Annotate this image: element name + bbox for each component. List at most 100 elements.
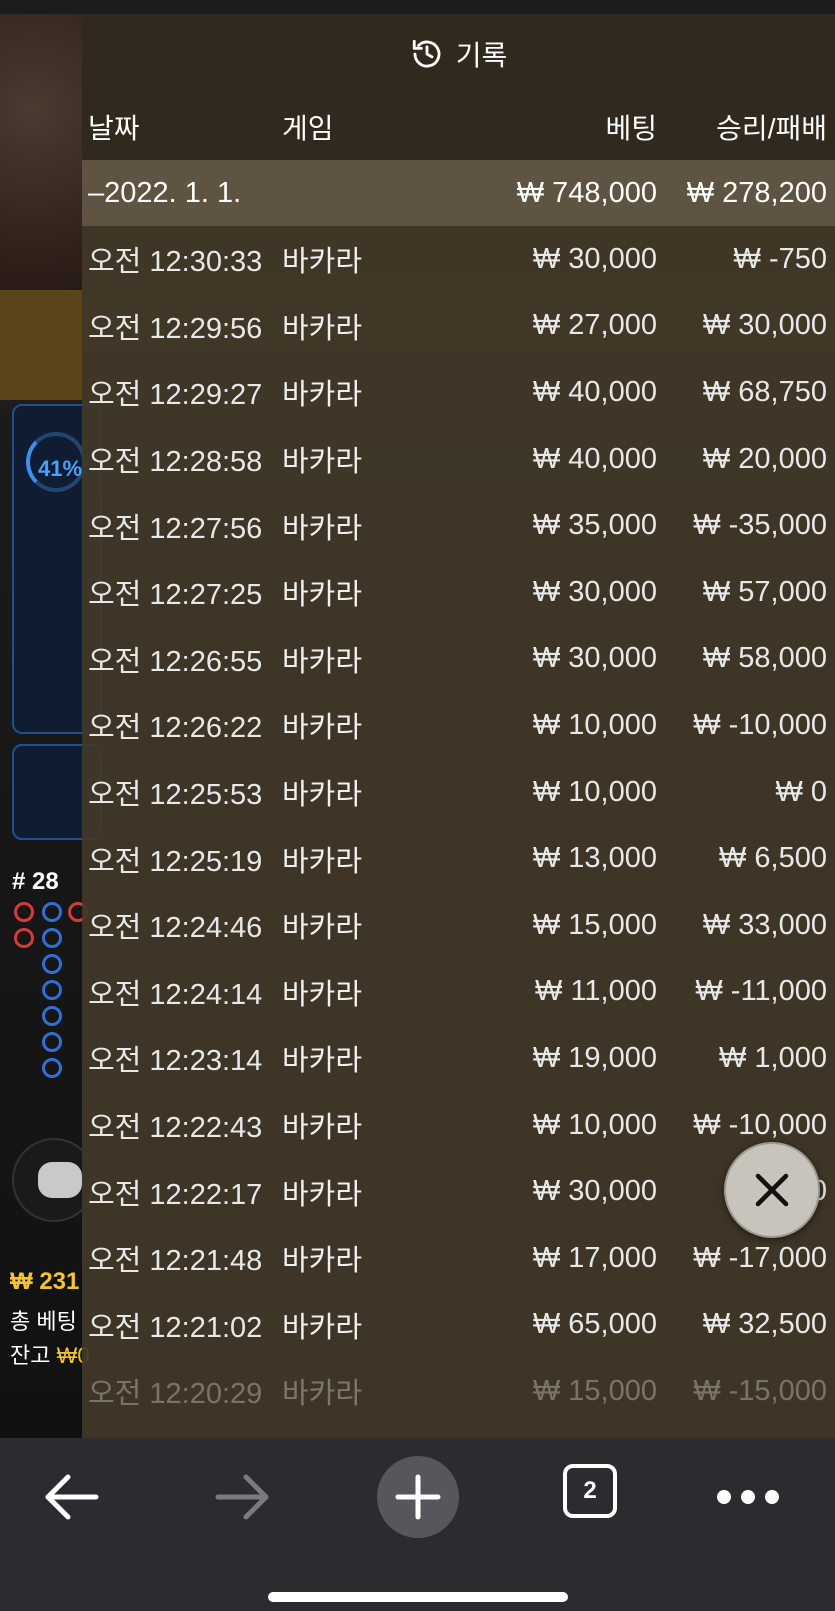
table-row[interactable]: 오전 12:29:27 바카라 ₩ 40,000 ₩ 68,750 [82, 359, 835, 426]
bead-road-mark [42, 928, 62, 948]
browser-toolbar: 2 [0, 1438, 835, 1611]
row-game: 바카라 [282, 512, 363, 545]
table-row[interactable]: 오전 12:24:14 바카라 ₩ 11,000 ₩ -11,000 [82, 959, 835, 1026]
row-time: 오전 12:26:22 [88, 712, 263, 745]
home-indicator [268, 1592, 568, 1602]
table-header: 날짜 게임 베팅 승리/패배 [82, 94, 835, 160]
close-button[interactable] [724, 1142, 820, 1238]
row-time: 오전 12:24:14 [88, 978, 263, 1011]
row-game: 바카라 [282, 1045, 363, 1078]
row-result: ₩ 6,500 [719, 842, 827, 875]
back-button[interactable] [26, 1452, 116, 1542]
row-time: 오전 12:29:56 [88, 312, 263, 345]
history-title: 기록 [455, 40, 508, 71]
column-bet: 베팅 [605, 113, 657, 144]
status-bar [0, 0, 835, 14]
row-result: ₩ -11,000 [695, 975, 827, 1008]
row-time: 오전 12:22:43 [88, 1112, 263, 1145]
column-date: 날짜 [88, 113, 140, 144]
table-row[interactable]: 오전 12:22:43 바카라 ₩ 10,000 ₩ -10,000 [82, 1092, 835, 1159]
row-result: ₩ 68,750 [702, 375, 827, 408]
table-row[interactable]: 오전 12:22:17 바카라 ₩ 30,000 ₩ 0 [82, 1158, 835, 1225]
bead-road-mark [14, 902, 34, 922]
forward-arrow-icon [215, 1474, 269, 1520]
chip-stack-icon [38, 1162, 82, 1198]
total-bet-label: 총 베팅 [10, 1309, 77, 1334]
back-arrow-icon [45, 1474, 99, 1520]
bead-road-mark [42, 1058, 62, 1078]
row-result: ₩ 32,500 [702, 1308, 827, 1341]
table-row[interactable]: 오전 12:27:25 바카라 ₩ 30,000 ₩ 57,000 [82, 559, 835, 626]
date-group-row[interactable]: –2022. 1. 1. ₩ 748,000 ₩ 278,200 [82, 160, 835, 226]
table-row[interactable]: 오전 12:26:22 바카라 ₩ 10,000 ₩ -10,000 [82, 692, 835, 759]
row-game: 바카라 [282, 1178, 363, 1211]
row-time: 오전 12:26:55 [88, 645, 263, 678]
row-game: 바카라 [282, 1112, 363, 1145]
row-bet: ₩ 30,000 [532, 1175, 657, 1208]
row-result: ₩ 57,000 [702, 575, 827, 608]
tab-count-button[interactable]: 2 [563, 1464, 617, 1518]
row-game: 바카라 [282, 312, 363, 345]
row-game: 바카라 [282, 379, 363, 412]
forward-button[interactable] [198, 1452, 288, 1542]
row-game: 바카라 [282, 246, 363, 279]
row-time: 오전 12:30:33 [88, 246, 263, 279]
row-game: 바카라 [282, 579, 363, 612]
row-result: ₩ -35,000 [693, 509, 827, 542]
row-time: 오전 12:25:19 [88, 845, 263, 878]
table-row[interactable]: 오전 12:26:55 바카라 ₩ 30,000 ₩ 58,000 [82, 626, 835, 693]
row-bet: ₩ 10,000 [532, 1108, 657, 1141]
row-bet: ₩ 30,000 [532, 242, 657, 275]
row-result: ₩ 58,000 [702, 642, 827, 675]
row-result: ₩ -10,000 [693, 1108, 827, 1141]
table-row[interactable]: 오전 12:30:33 바카라 ₩ 30,000 ₩ -750 [82, 226, 835, 293]
date-group-total-win-loss: ₩ 278,200 [686, 176, 827, 209]
progress-percent: 41% [38, 456, 83, 481]
date-group-total-bet: ₩ 748,000 [516, 176, 657, 209]
history-header: 기록 [82, 14, 835, 94]
row-game: 바카라 [282, 978, 363, 1011]
row-time: 오전 12:24:46 [88, 912, 263, 945]
table-row[interactable]: 오전 12:21:02 바카라 ₩ 65,000 ₩ 32,500 [82, 1292, 835, 1359]
remaining-label: 잔고 [10, 1343, 51, 1368]
row-time: 오전 12:28:58 [88, 446, 263, 479]
row-game: 바카라 [282, 645, 363, 678]
bead-road-mark [42, 954, 62, 974]
row-result: ₩ 1,000 [719, 1041, 827, 1074]
table-row[interactable]: 오전 12:28:58 바카라 ₩ 40,000 ₩ 20,000 [82, 426, 835, 493]
row-bet: ₩ 40,000 [532, 375, 657, 408]
table-row[interactable]: 오전 12:20:29 바카라 ₩ 15,000 ₩ -15,000 [82, 1358, 835, 1425]
row-bet: ₩ 15,000 [532, 1374, 657, 1407]
history-list[interactable]: 오전 12:30:33 바카라 ₩ 30,000 ₩ -750 오전 12:29… [82, 226, 835, 1425]
more-button[interactable] [703, 1452, 793, 1542]
new-tab-button[interactable] [377, 1456, 459, 1538]
table-row[interactable]: 오전 12:23:14 바카라 ₩ 19,000 ₩ 1,000 [82, 1025, 835, 1092]
table-row[interactable]: 오전 12:21:48 바카라 ₩ 17,000 ₩ -17,000 [82, 1225, 835, 1292]
bead-road-mark [42, 902, 62, 922]
row-time: 오전 12:27:25 [88, 579, 263, 612]
table-row[interactable]: 오전 12:27:56 바카라 ₩ 35,000 ₩ -35,000 [82, 492, 835, 559]
row-time: 오전 12:27:56 [88, 512, 263, 545]
row-result: ₩ 33,000 [702, 908, 827, 941]
round-number: # 28 [12, 868, 59, 895]
bead-road-mark [42, 1006, 62, 1026]
column-game: 게임 [282, 113, 334, 144]
row-bet: ₩ 30,000 [532, 642, 657, 675]
remaining-balance: 잔고 ₩0 [10, 1338, 90, 1370]
row-result: ₩ 0 [775, 775, 827, 808]
bead-road-mark [42, 980, 62, 1000]
history-icon [412, 39, 441, 68]
row-bet: ₩ 40,000 [532, 442, 657, 475]
table-row[interactable]: 오전 12:29:56 바카라 ₩ 27,000 ₩ 30,000 [82, 293, 835, 360]
row-bet: ₩ 65,000 [532, 1308, 657, 1341]
table-row[interactable]: 오전 12:24:46 바카라 ₩ 15,000 ₩ 33,000 [82, 892, 835, 959]
row-time: 오전 12:21:02 [88, 1311, 263, 1344]
row-game: 바카라 [282, 446, 363, 479]
row-bet: ₩ 10,000 [532, 708, 657, 741]
row-bet: ₩ 35,000 [532, 509, 657, 542]
table-row[interactable]: 오전 12:25:19 바카라 ₩ 13,000 ₩ 6,500 [82, 825, 835, 892]
row-bet: ₩ 30,000 [532, 575, 657, 608]
table-row[interactable]: 오전 12:25:53 바카라 ₩ 10,000 ₩ 0 [82, 759, 835, 826]
row-bet: ₩ 27,000 [532, 309, 657, 342]
row-result: ₩ 30,000 [702, 309, 827, 342]
